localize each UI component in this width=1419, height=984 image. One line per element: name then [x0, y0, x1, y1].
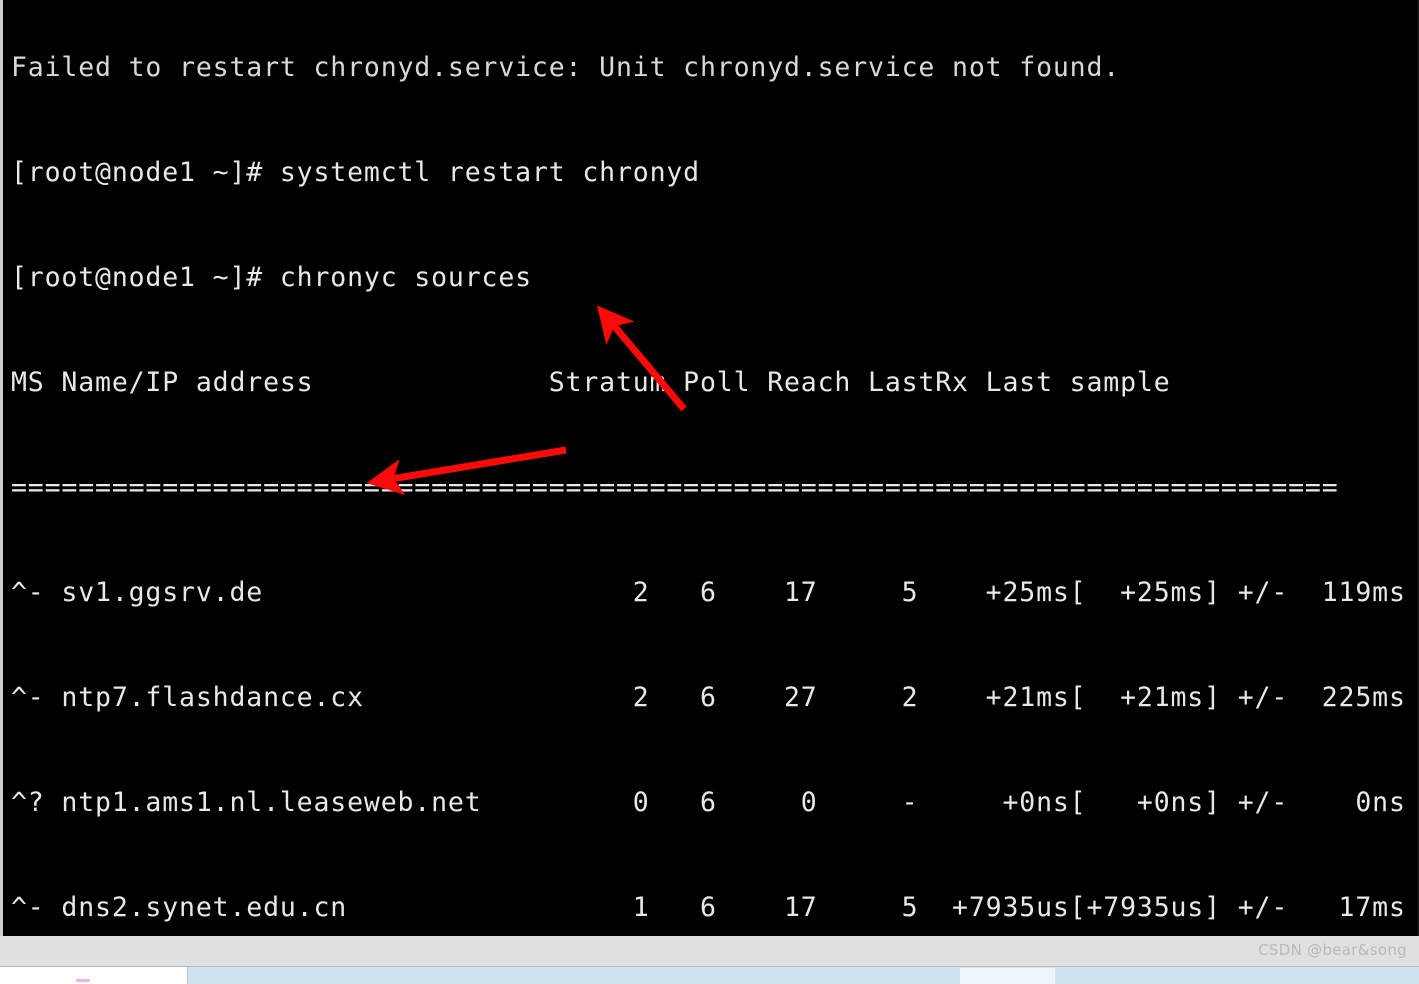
terminal-line-command-systemctl: [root@node1 ~]# systemctl restart chrony…: [11, 157, 700, 188]
screenshot-root: Failed to restart chronyd.service: Unit …: [0, 0, 1419, 984]
terminal-line-sources-header: MS Name/IP address Stratum Poll Reach La…: [11, 367, 1171, 398]
terminal-line-source-row-4: ^- dns2.synet.edu.cn 1 6 17 5 +7935us[+7…: [11, 892, 1406, 923]
taskbar-tab[interactable]: [0, 967, 188, 984]
taskbar-tab-indicator-icon: [76, 979, 90, 982]
terminal-output[interactable]: Failed to restart chronyd.service: Unit …: [11, 0, 1416, 936]
terminal-line-source-row-2: ^- ntp7.flashdance.cx 2 6 27 2 +21ms[ +2…: [11, 682, 1406, 713]
terminal-window[interactable]: Failed to restart chronyd.service: Unit …: [0, 0, 1419, 936]
terminal-line-source-row-3: ^? ntp1.ams1.nl.leaseweb.net 0 6 0 - +0n…: [11, 787, 1406, 818]
bottom-strip: CSDN @bear&song: [0, 936, 1419, 966]
terminal-line-command-chronyc-sources: [root@node1 ~]# chronyc sources: [11, 262, 532, 293]
taskbar-active-item[interactable]: [960, 968, 1055, 984]
terminal-line-sources-separator: ========================================…: [11, 472, 1339, 503]
csdn-watermark: CSDN @bear&song: [1258, 941, 1407, 959]
terminal-line-error-clipped: Failed to restart chronyd.service: Unit …: [11, 52, 1121, 83]
terminal-line-source-row-1: ^- sv1.ggsrv.de 2 6 17 5 +25ms[ +25ms] +…: [11, 577, 1406, 608]
taskbar[interactable]: [0, 966, 1419, 984]
